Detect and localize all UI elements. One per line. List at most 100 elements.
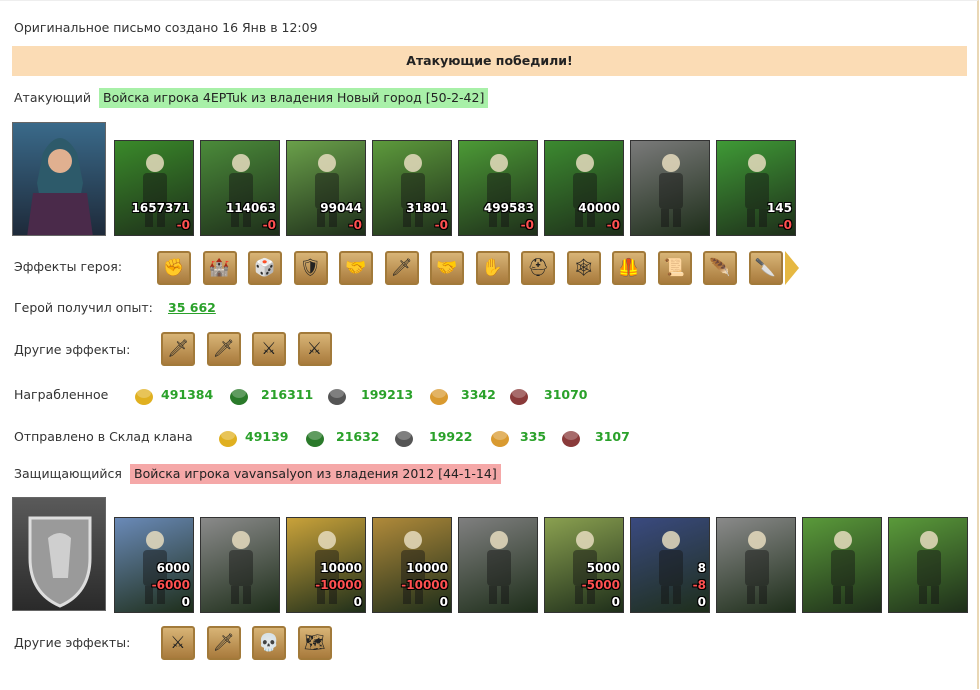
ore-icon [393,425,415,449]
grey-crossbowman-icon [229,531,253,604]
unit-loss: -0 [176,218,190,232]
shield-icon[interactable]: 🛡 [293,251,328,285]
fortress-icon-glyph: 🏰 [208,258,231,278]
web-icon-glyph: 🕸 [572,258,595,278]
grey-reaper-icon [745,531,769,604]
shield-icon-glyph: 🛡 [299,258,322,278]
defender-hero-portrait[interactable] [12,497,106,611]
fist-sword-icon-glyph: ⚔ [170,633,186,653]
hero-effects-label: Эффекты героя: [14,259,123,274]
grey-wraith-icon [659,154,683,227]
sword-icon[interactable]: 🗡 [384,251,419,285]
grain-icon [489,425,511,449]
resource-value: 19922 [429,429,473,444]
attacker-unit-card[interactable]: 145 -0 145 [716,140,796,236]
defender-unit-card[interactable]: 10000 -10000 0 [372,517,452,613]
defender-unit-card[interactable] [200,517,280,613]
unit-remaining: 0 [697,595,706,609]
druid-icon [573,154,597,227]
ore-icon [326,383,348,407]
unit-count: 10000 [320,561,362,575]
sword-icon-glyph: 🗡 [212,633,235,653]
resource-value: 491384 [161,387,214,402]
sword-icon-glyph: 🗡 [390,258,413,278]
dice-icon-glyph: 🎲 [254,258,276,278]
orc-spearman-icon [229,154,253,227]
helmet-icon-glyph: ⛑ [527,258,549,278]
handshake-icon[interactable]: 🤝 [430,251,464,285]
fist-sword-icon-glyph: ⚔ [261,339,277,359]
defender-unit-card[interactable]: 5000 -5000 0 [544,517,624,613]
scroll-right-arrow[interactable] [785,251,799,285]
defender-unit-card[interactable] [802,517,882,613]
fist-sword-icon[interactable]: ⚔ [161,626,195,660]
scroll-icon-glyph: 📜 [663,258,686,278]
defender-unit-card[interactable]: 8 -8 0 [630,517,710,613]
sword-icon[interactable]: 🗡 [161,332,195,366]
unit-remaining: 0 [439,595,448,609]
fist-sword-icon[interactable]: ⚔ [252,332,286,366]
unit-remaining: 0 [611,595,620,609]
letter-created-header: Оригинальное письмо создано 16 Янв в 12:… [14,20,318,35]
handshake-shield-icon[interactable]: 🤝 [339,251,373,285]
armor-icon-glyph: 🦺 [618,258,640,278]
defender-unit-card[interactable]: 6000 -6000 0 [114,517,194,613]
hand-icon[interactable]: ✋ [475,251,510,285]
dice-icon[interactable]: 🎲 [248,251,282,285]
attacker-unit-card[interactable] [630,140,710,236]
scroll-icon[interactable]: 📜 [657,251,692,285]
unit-remaining: 1657371 [132,235,190,236]
map-icon[interactable]: 🗺 [297,626,332,660]
defender-unit-card[interactable]: 10000 -10000 0 [286,517,366,613]
green-mage-icon [745,154,769,227]
unit-loss: -0 [606,218,620,232]
defender-unit-card[interactable] [458,517,538,613]
unit-loss: -0 [348,218,362,232]
attacker-unit-card[interactable]: 1657371 -0 1657371 [114,140,194,236]
unit-count: 99044 [320,201,362,215]
green-tower-icon [917,531,941,604]
attacker-unit-card[interactable]: 499583 -0 499583 [458,140,538,236]
sword-icon[interactable]: 🗡 [206,332,241,366]
unit-remaining: 0 [353,595,362,609]
armor-icon[interactable]: 🦺 [612,251,646,285]
attacker-unit-card[interactable]: 31801 -0 31801 [372,140,452,236]
defender-unit-card[interactable] [888,517,968,613]
skeleton-icon[interactable]: 💀 [252,626,286,660]
defender-label: Защищающийся [14,466,122,481]
hand-icon-glyph: ✋ [481,258,504,278]
resource-value: 3342 [461,387,496,402]
attacker-unit-card[interactable]: 114063 -0 114063 [200,140,280,236]
attacker-hero-portrait[interactable] [12,122,106,236]
fortress-icon[interactable]: 🏰 [202,251,237,285]
hand-coins-icon[interactable]: ✊ [157,251,191,285]
unit-count: 8 [697,561,706,575]
clan-storage-label: Отправлено в Склад клана [14,429,193,444]
unit-loss: -6000 [151,578,190,592]
resource-value: 216311 [261,387,314,402]
unit-remaining: 114063 [226,235,276,236]
experience-value[interactable]: 35 662 [168,300,216,315]
dagger-icon[interactable]: 🔪 [748,251,783,285]
feather-icon[interactable]: 🪶 [703,251,737,285]
hand-coins-icon-glyph: ✊ [163,258,185,278]
experience-label: Герой получил опыт: [14,300,153,315]
unit-remaining: 40000 [578,235,620,236]
sword-icon[interactable]: 🗡 [206,626,241,660]
attacker-tag[interactable]: Войска игрока 4EPTuk из владения Новый г… [99,88,489,108]
fist-sword-icon[interactable]: ⚔ [297,332,332,366]
defender-unit-card[interactable] [716,517,796,613]
unit-loss: -8 [692,578,706,592]
unit-loss: -0 [434,218,448,232]
web-icon[interactable]: 🕸 [566,251,601,285]
unit-count: 6000 [156,561,190,575]
attacker-unit-card[interactable]: 40000 -0 40000 [544,140,624,236]
helmet-icon[interactable]: ⛑ [521,251,555,285]
attacker-unit-card[interactable]: 99044 -0 99044 [286,140,366,236]
unit-count: 1657371 [131,201,190,215]
fist-sword-icon-glyph: ⚔ [306,339,323,359]
blade-warrior-icon [659,531,683,604]
sword-icon-glyph: 🗡 [167,339,189,359]
unit-count: 5000 [586,561,620,575]
defender-tag[interactable]: Войска игрока vavansalyon из владения 20… [130,464,501,484]
